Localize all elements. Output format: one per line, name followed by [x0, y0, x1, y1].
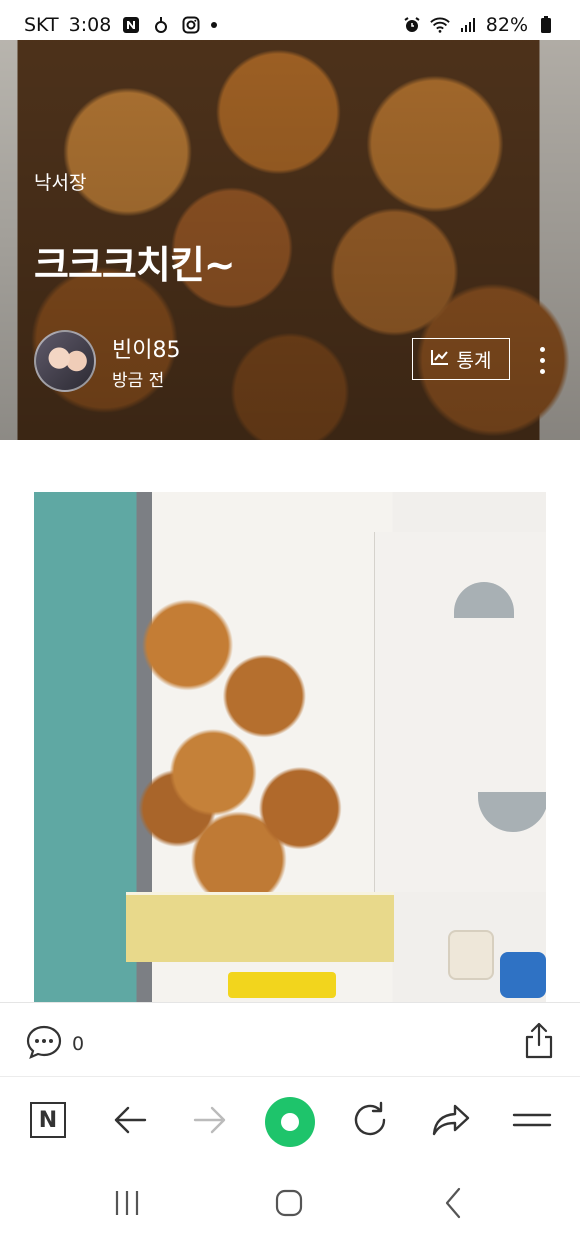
refresh-button[interactable]	[349, 1099, 391, 1141]
share-button[interactable]	[522, 1021, 556, 1059]
wifi-icon	[430, 15, 450, 35]
naver-n-icon: N	[30, 1102, 66, 1138]
stats-label: 통계	[456, 349, 492, 372]
post-category[interactable]: 낙서장	[34, 168, 86, 195]
menu-icon	[512, 1113, 552, 1127]
notification-icon	[151, 15, 171, 35]
share-page-button[interactable]	[430, 1099, 472, 1141]
home-button[interactable]	[272, 1186, 306, 1220]
dot-icon	[211, 22, 218, 28]
recent-apps-button[interactable]	[110, 1186, 144, 1220]
sauce-packet	[228, 972, 336, 998]
signal-icon	[458, 15, 478, 35]
forward-arrow-icon	[193, 1106, 226, 1134]
clock: 3:08	[68, 14, 112, 36]
chart-icon	[430, 348, 449, 370]
post-header-cover: 낙서장 크크크치킨~ 빈이85 방금 전 통계	[0, 40, 580, 440]
drink-bottle	[500, 952, 546, 998]
more-dot-icon	[539, 357, 545, 363]
system-navigation-bar	[0, 1164, 580, 1244]
share-icon	[525, 1022, 553, 1059]
post-time: 방금 전	[112, 371, 165, 391]
system-back-button[interactable]	[438, 1186, 468, 1220]
alarm-icon	[402, 15, 422, 35]
green-home-icon	[265, 1097, 315, 1147]
stats-button[interactable]: 통계	[412, 338, 510, 380]
naver-n-icon	[121, 15, 141, 35]
green-home-button[interactable]	[264, 1096, 316, 1148]
share-arrow-icon	[432, 1104, 470, 1136]
battery-percent: 82%	[485, 14, 528, 36]
comment-button[interactable]	[26, 1025, 62, 1059]
refresh-icon	[354, 1101, 386, 1136]
home-icon	[275, 1189, 303, 1217]
forward-button[interactable]	[189, 1099, 231, 1141]
more-dot-icon	[539, 346, 545, 352]
back-button[interactable]	[109, 1099, 151, 1141]
author-name[interactable]: 빈이85	[112, 332, 180, 364]
post-title: 크크크치킨~	[34, 243, 236, 287]
menu-button[interactable]	[511, 1099, 553, 1141]
battery-icon	[536, 15, 556, 35]
comment-count: 0	[72, 1033, 85, 1055]
avatar[interactable]	[34, 330, 96, 392]
instagram-icon	[181, 15, 201, 35]
comment-icon	[26, 1025, 62, 1059]
naver-home-button[interactable]: N	[27, 1099, 69, 1141]
box-lid	[374, 532, 546, 892]
box-label	[126, 892, 394, 962]
more-options-button[interactable]	[530, 340, 554, 380]
sauce-cup	[448, 930, 494, 980]
post-image[interactable]	[34, 492, 546, 1002]
browser-toolbar: N	[0, 1076, 580, 1164]
recent-apps-icon	[115, 1191, 139, 1215]
back-icon	[445, 1187, 461, 1219]
post-actions-bar: 0	[0, 1002, 580, 1076]
back-arrow-icon	[114, 1106, 147, 1134]
more-dot-icon	[539, 368, 545, 374]
carrier-label: SKT	[24, 14, 59, 36]
